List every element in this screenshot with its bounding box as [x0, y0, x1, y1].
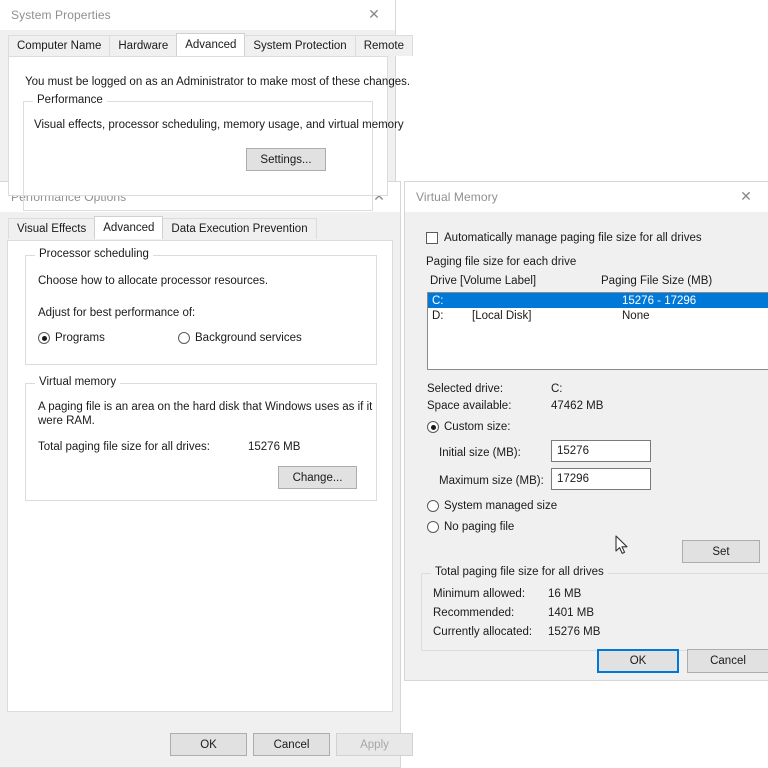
virtual-memory-legend: Virtual memory	[35, 376, 121, 388]
radio-indicator-icon	[427, 521, 439, 533]
radio-no-paging-file-label: No paging file	[444, 521, 515, 533]
table-row[interactable]: D: [Local Disk] None	[428, 308, 768, 323]
system-properties-title: System Properties	[11, 8, 111, 22]
virtual-memory-description-line1: A paging file is an area on the hard dis…	[38, 401, 373, 413]
drive-letter: C:	[432, 294, 444, 307]
radio-programs[interactable]: Programs	[38, 332, 105, 344]
performance-options-tabstrip: Visual Effects Advanced Data Execution P…	[0, 216, 400, 239]
selected-drive-label: Selected drive:	[427, 383, 504, 395]
processor-scheduling-groupbox: Processor scheduling Choose how to alloc…	[25, 248, 377, 365]
maximum-size-input[interactable]: 17296	[551, 468, 651, 490]
minimum-allowed-value: 16 MB	[548, 588, 582, 600]
processor-scheduling-legend: Processor scheduling	[35, 248, 153, 260]
table-row[interactable]: C: 15276 - 17296	[428, 293, 768, 308]
radio-system-managed-size[interactable]: System managed size	[427, 500, 557, 512]
cancel-button[interactable]: Cancel	[253, 733, 330, 756]
recommended-value: 1401 MB	[548, 607, 595, 619]
column-header-drive: Drive [Volume Label]	[430, 275, 537, 287]
total-paging-file-legend: Total paging file size for all drives	[431, 566, 608, 578]
performance-options-window: Performance Options ✕ Visual Effects Adv…	[0, 181, 413, 768]
tab-remote[interactable]: Remote	[354, 35, 413, 56]
tab-visual-effects[interactable]: Visual Effects	[8, 218, 96, 239]
currently-allocated-value: 15276 MB	[548, 626, 601, 638]
paging-file-section-label: Paging file size for each drive	[426, 256, 577, 268]
system-properties-window: System Properties ✕ Computer Name Hardwa…	[0, 0, 413, 211]
total-paging-file-size-label: Total paging file size for all drives:	[38, 441, 210, 453]
virtual-memory-description-line2: were RAM.	[38, 415, 95, 427]
tab-system-protection[interactable]: System Protection	[244, 35, 356, 56]
maximum-size-label: Maximum size (MB):	[439, 475, 544, 487]
change-button[interactable]: Change...	[278, 466, 357, 489]
initial-size-input[interactable]: 15276	[551, 440, 651, 462]
drive-letter: D:	[432, 309, 444, 322]
auto-manage-paging-label: Automatically manage paging file size fo…	[444, 232, 702, 244]
ok-button[interactable]: OK	[170, 733, 247, 756]
performance-group-legend: Performance	[33, 94, 107, 106]
virtual-memory-title: Virtual Memory	[416, 190, 498, 204]
auto-manage-paging-checkbox[interactable]: Automatically manage paging file size fo…	[426, 232, 702, 244]
minimum-allowed-label: Minimum allowed:	[433, 588, 526, 600]
drive-paging-size: None	[622, 309, 650, 322]
virtual-memory-titlebar: Virtual Memory ✕	[405, 182, 768, 212]
desktop-root: System Properties ✕ Computer Name Hardwa…	[0, 0, 768, 768]
virtual-memory-window: Virtual Memory ✕ Automatically manage pa…	[404, 181, 768, 681]
total-paging-file-size-value: 15276 MB	[248, 441, 301, 453]
radio-no-paging-file[interactable]: No paging file	[427, 521, 514, 533]
radio-indicator-icon	[427, 500, 439, 512]
radio-system-managed-size-label: System managed size	[444, 500, 558, 512]
radio-indicator-icon	[38, 332, 50, 344]
tab-computer-name[interactable]: Computer Name	[8, 35, 111, 56]
system-properties-tabpanel: You must be logged on as an Administrato…	[8, 56, 410, 211]
settings-button[interactable]: Settings...	[246, 148, 326, 171]
radio-custom-size[interactable]: Custom size:	[427, 421, 510, 433]
selected-drive-value: C:	[551, 383, 563, 395]
system-properties-tabstrip: Computer Name Hardware Advanced System P…	[0, 33, 413, 56]
initial-size-label: Initial size (MB):	[439, 447, 521, 459]
adjust-for-best-performance-label: Adjust for best performance of:	[38, 307, 196, 319]
checkbox-indicator-icon	[426, 232, 438, 244]
recommended-label: Recommended:	[433, 607, 515, 619]
processor-scheduling-description: Choose how to allocate processor resourc…	[38, 275, 269, 287]
radio-programs-label: Programs	[55, 332, 105, 344]
ok-button[interactable]: OK	[597, 649, 679, 673]
radio-indicator-icon	[178, 332, 190, 344]
radio-background-services[interactable]: Background services	[178, 332, 302, 344]
close-icon[interactable]: ✕	[725, 183, 767, 212]
total-paging-file-groupbox: Total paging file size for all drives Mi…	[421, 566, 768, 651]
currently-allocated-label: Currently allocated:	[433, 626, 533, 638]
tab-advanced[interactable]: Advanced	[176, 33, 246, 56]
cancel-button[interactable]: Cancel	[687, 649, 768, 673]
close-icon[interactable]: ✕	[353, 1, 395, 30]
set-button[interactable]: Set	[682, 540, 760, 563]
drives-listbox[interactable]: C: 15276 - 17296 D: [Local Disk] None	[427, 292, 768, 370]
apply-button: Apply	[336, 733, 413, 756]
performance-groupbox: Performance Visual effects, processor sc…	[23, 94, 404, 211]
radio-background-services-label: Background services	[195, 332, 302, 344]
virtual-memory-groupbox: Virtual memory A paging file is an area …	[25, 376, 377, 501]
drive-paging-size: 15276 - 17296	[622, 294, 697, 307]
radio-custom-size-label: Custom size:	[444, 421, 511, 433]
tab-hardware[interactable]: Hardware	[109, 35, 178, 56]
tab-data-execution-prevention[interactable]: Data Execution Prevention	[162, 218, 317, 239]
space-available-value: 47462 MB	[551, 400, 604, 412]
radio-indicator-icon	[427, 421, 439, 433]
performance-description: Visual effects, processor scheduling, me…	[34, 119, 404, 131]
column-header-paging-file-size: Paging File Size (MB)	[601, 275, 713, 287]
admin-notice: You must be logged on as an Administrato…	[25, 76, 411, 88]
system-properties-titlebar: System Properties ✕	[0, 0, 395, 30]
space-available-label: Space available:	[427, 400, 512, 412]
drive-volume-label: [Local Disk]	[472, 309, 532, 322]
virtual-memory-body: Automatically manage paging file size fo…	[406, 212, 768, 652]
tab-advanced[interactable]: Advanced	[94, 216, 164, 239]
performance-options-tabpanel: Processor scheduling Choose how to alloc…	[7, 240, 393, 712]
